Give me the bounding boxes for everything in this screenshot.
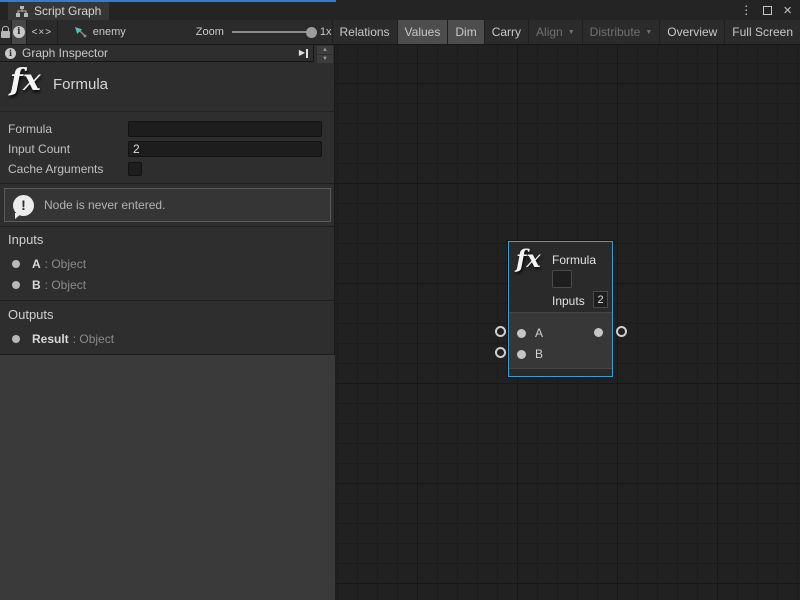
input-port-b[interactable] — [517, 350, 526, 359]
inspector-toggle-button[interactable]: i — [12, 20, 27, 44]
node-body: A B — [509, 312, 612, 368]
graph-inspector-panel: i Graph Inspector ▶ ▲ ▼ fx Formula Formu… — [0, 45, 335, 600]
close-icon[interactable]: × — [783, 3, 792, 18]
code-icon: <×> — [32, 27, 53, 38]
formula-input[interactable] — [128, 121, 322, 137]
info-icon: i — [5, 48, 16, 59]
node-footer — [509, 368, 612, 376]
zoom-label: Zoom — [196, 26, 224, 38]
scroll-up-button[interactable]: ▲ — [317, 46, 333, 54]
distribute-dropdown[interactable]: Distribute ▼ — [582, 20, 660, 44]
warning-icon: ! — [13, 195, 34, 216]
node-inputs-label: Inputs — [552, 294, 585, 308]
node-title: Formula — [552, 253, 596, 267]
window-controls: ⋮ × — [740, 0, 792, 20]
cache-arguments-checkbox[interactable] — [128, 162, 142, 176]
divider — [0, 300, 335, 301]
input-port-row: A : Object — [0, 253, 335, 274]
overview-button[interactable]: Overview — [659, 20, 724, 44]
chevron-down-icon: ▼ — [645, 29, 652, 36]
formula-field-row: Formula — [0, 119, 335, 139]
zoom-slider[interactable] — [232, 31, 312, 33]
input-count-label: Input Count — [0, 142, 128, 156]
port-dot-icon — [12, 281, 20, 289]
inspector-empty-area — [0, 354, 335, 600]
unit-header: fx Formula — [0, 63, 335, 112]
warning-box: ! Node is never entered. — [4, 188, 331, 222]
info-icon: i — [13, 26, 25, 38]
port-dot-icon — [12, 335, 20, 343]
zoom-slider-handle[interactable] — [306, 27, 317, 38]
lock-button[interactable] — [0, 20, 12, 44]
inspector-title: Graph Inspector — [22, 46, 293, 60]
values-button[interactable]: Values — [397, 20, 448, 44]
window-menu-icon[interactable]: ⋮ — [740, 4, 752, 16]
input-count-input[interactable] — [128, 141, 322, 157]
zoom-value: 1x — [320, 26, 332, 38]
relations-button[interactable]: Relations — [332, 20, 397, 44]
cache-arguments-label: Cache Arguments — [0, 162, 128, 176]
inputs-section-title: Inputs — [8, 232, 43, 247]
port-connect-circle-b[interactable] — [495, 347, 506, 358]
node-port-row-b: B — [509, 344, 612, 364]
full-screen-button[interactable]: Full Screen — [724, 20, 800, 44]
fx-icon: fx — [516, 244, 541, 273]
script-graph-icon — [16, 6, 28, 17]
scroll-down-button[interactable]: ▼ — [317, 55, 333, 63]
toolbar-toggle-group: Relations Values Dim Carry Align ▼ Distr… — [332, 20, 800, 44]
input-count-field-row: Input Count — [0, 139, 335, 159]
window-titlebar: Script Graph ⋮ × — [0, 0, 800, 20]
unit-title: Formula — [53, 76, 108, 93]
inspector-header: i Graph Inspector ▶ — [0, 45, 314, 62]
output-port-row: Result : Object — [0, 328, 335, 349]
port-connect-circle-result[interactable] — [616, 326, 627, 337]
formula-node[interactable]: fx Formula Inputs 2 A B — [508, 241, 613, 377]
port-dot-icon — [12, 260, 20, 268]
cache-arguments-row: Cache Arguments — [0, 159, 335, 179]
input-port-row: B : Object — [0, 274, 335, 295]
align-dropdown[interactable]: Align ▼ — [528, 20, 582, 44]
output-port-result[interactable] — [594, 328, 603, 337]
port-connect-circle-a[interactable] — [495, 326, 506, 337]
graph-toolbar: i <×> enemy Zoom 1x Relations Values Dim… — [0, 20, 800, 45]
node-formula-input[interactable] — [552, 270, 572, 288]
fx-icon: fx — [10, 63, 41, 98]
inspector-scrollbar: ▲ ▼ — [317, 46, 333, 63]
graph-canvas[interactable]: fx Formula Inputs 2 A B — [335, 45, 800, 600]
divider — [0, 183, 335, 184]
breadcrumb-label: enemy — [93, 26, 126, 38]
input-port-a[interactable] — [517, 329, 526, 338]
tab-title: Script Graph — [34, 4, 101, 18]
divider — [0, 226, 335, 227]
zoom-control: Zoom 1x — [140, 20, 332, 44]
outputs-section-title: Outputs — [8, 307, 54, 322]
lock-icon — [1, 26, 10, 38]
dock-icon: ▶ — [299, 49, 305, 57]
warning-text: Node is never entered. — [44, 198, 165, 212]
dim-button[interactable]: Dim — [447, 20, 483, 44]
dock-sidebar-button[interactable]: ▶ — [299, 49, 308, 58]
chevron-down-icon: ▼ — [568, 29, 575, 36]
preview-code-button[interactable]: <×> — [27, 20, 58, 44]
node-header: fx Formula Inputs 2 — [509, 242, 612, 312]
breadcrumb[interactable]: enemy — [58, 20, 140, 44]
graph-breadcrumb-icon — [74, 26, 87, 38]
carry-button[interactable]: Carry — [484, 20, 528, 44]
formula-field-label: Formula — [0, 122, 128, 136]
tab-script-graph[interactable]: Script Graph — [8, 2, 109, 20]
node-inputs-count-input[interactable]: 2 — [593, 291, 608, 308]
maximize-icon[interactable] — [763, 6, 772, 15]
